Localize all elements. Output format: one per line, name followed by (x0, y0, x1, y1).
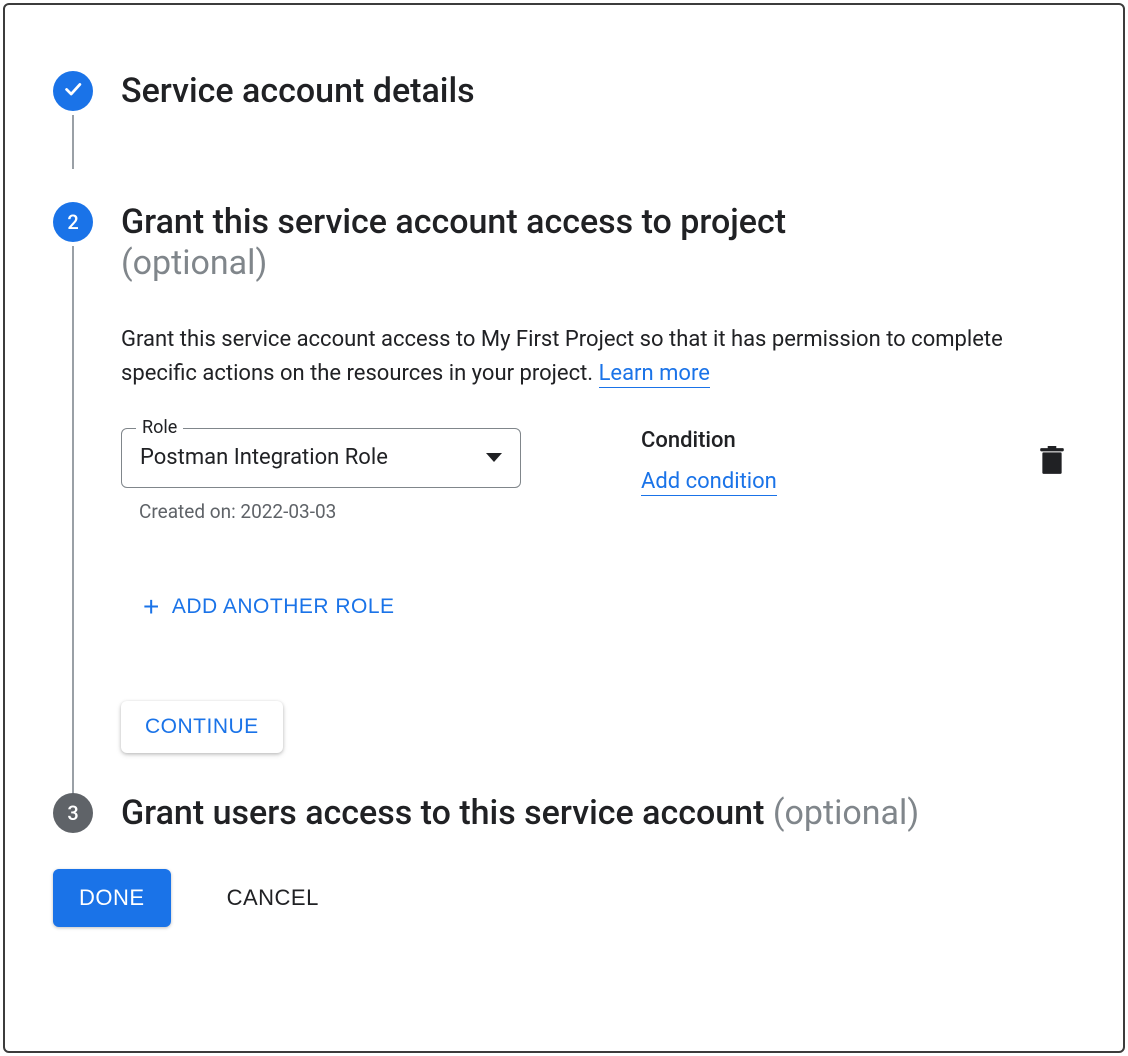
role-select-wrapper: Role Postman Integration Role Created on… (121, 428, 521, 523)
continue-button[interactable]: CONTINUE (121, 701, 283, 753)
step-2-description: Grant this service account access to My … (121, 323, 1075, 391)
add-another-role-button[interactable]: + ADD ANOTHER ROLE (143, 593, 395, 621)
step-1: Service account details (53, 71, 1075, 112)
step-3-title-main: Grant users access to this service accou… (121, 793, 773, 833)
step-2-description-text: Grant this service account access to My … (121, 327, 1003, 386)
role-row: Role Postman Integration Role Created on… (121, 428, 1075, 523)
step-3: 3 Grant users access to this service acc… (53, 793, 1075, 834)
step-3-title: Grant users access to this service accou… (121, 793, 1075, 834)
check-icon (62, 78, 84, 105)
step-3-indicator: 3 (53, 793, 93, 833)
condition-label: Condition (641, 428, 1019, 453)
condition-column: Condition Add condition (541, 428, 1019, 494)
stepper: Service account details 2 Grant this ser… (53, 71, 1075, 833)
step-3-title-optional: (optional) (773, 793, 919, 833)
plus-icon: + (143, 593, 160, 621)
step-1-indicator-completed (53, 71, 93, 111)
step-2-body: Grant this service account access to My … (121, 283, 1075, 752)
learn-more-link[interactable]: Learn more (599, 361, 710, 388)
dialog-container: Service account details 2 Grant this ser… (3, 3, 1125, 1053)
step-connector (72, 246, 74, 822)
step-2-indicator: 2 (53, 202, 93, 242)
role-select[interactable]: Role Postman Integration Role (121, 428, 521, 488)
chevron-down-icon (486, 453, 502, 462)
step-3-number: 3 (67, 801, 78, 825)
add-another-role-label: ADD ANOTHER ROLE (172, 595, 395, 619)
add-condition-link[interactable]: Add condition (641, 469, 777, 496)
role-helper-text: Created on: 2022-03-03 (139, 500, 521, 523)
delete-role-button[interactable] (1039, 428, 1075, 480)
role-select-label: Role (136, 417, 183, 438)
step-2-title-optional: (optional) (121, 243, 267, 283)
step-connector (72, 115, 74, 169)
step-2-title-main: Grant this service account access to pro… (121, 202, 786, 242)
step-2-number: 2 (67, 210, 78, 234)
step-2-title: Grant this service account access to pro… (121, 202, 1075, 284)
footer-buttons: DONE CANCEL (53, 869, 1075, 927)
role-select-value: Postman Integration Role (140, 445, 486, 470)
step-2: 2 Grant this service account access to p… (53, 202, 1075, 753)
done-button[interactable]: DONE (53, 869, 171, 927)
step-1-title: Service account details (121, 71, 1075, 112)
cancel-button[interactable]: CANCEL (227, 885, 319, 911)
trash-icon (1039, 461, 1065, 480)
